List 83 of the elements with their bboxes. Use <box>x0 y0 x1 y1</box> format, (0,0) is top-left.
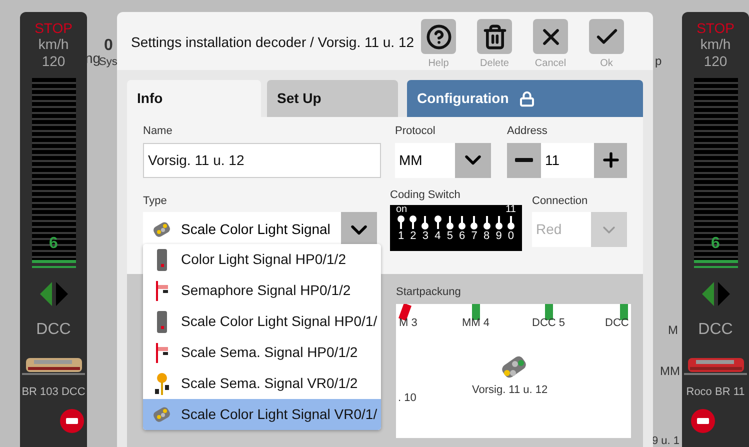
switch-number: 8 <box>483 230 490 242</box>
type-option[interactable]: Scale Sema. Signal VR0/1/2 <box>143 368 381 399</box>
dip-switch-icon[interactable] <box>506 215 516 230</box>
dip-switch-icon[interactable] <box>396 215 406 230</box>
speed-bar[interactable]: 6 <box>694 78 738 268</box>
switch-number: 9 <box>496 230 502 242</box>
tab[interactable]: Configuration <box>407 80 643 117</box>
type-option[interactable]: Color Light Signal HP0/1/2 <box>143 244 381 275</box>
dip-switch-icon[interactable] <box>432 215 443 230</box>
background-label: 0 <box>104 36 113 56</box>
type-select[interactable]: Scale Color Light Signal <box>143 212 377 247</box>
switch-number: 6 <box>459 230 466 242</box>
address-field[interactable]: 11 <box>541 142 594 178</box>
coding-switch-label: Coding Switch <box>390 188 462 202</box>
name-field[interactable]: Vorsig. 11 u. 12 <box>143 142 381 178</box>
dip-switch-icon[interactable] <box>457 215 468 230</box>
signal-label: Vorsig. 11 u. 12 <box>472 382 548 398</box>
speed-unit: km/h <box>38 36 69 52</box>
logo-icon[interactable] <box>60 408 84 432</box>
signal-icon <box>154 342 170 364</box>
decrement-button[interactable] <box>507 142 541 178</box>
switch-address: 11 <box>506 205 516 215</box>
background-label: M <box>668 322 678 339</box>
type-option[interactable]: Scale Color Light Signal VR0/1/ <box>143 399 381 430</box>
background-label: Sys <box>99 56 118 70</box>
coding-switch[interactable]: on 11 1 2 3 4 5 6 7 8 9 0 <box>390 205 522 251</box>
left-arrow-icon[interactable] <box>702 282 714 306</box>
lock-icon <box>518 90 535 106</box>
switch-number: 3 <box>422 230 428 242</box>
dip-switch-icon[interactable] <box>482 215 492 230</box>
left-arrow-icon[interactable] <box>40 282 52 306</box>
speed-unit: km/h <box>700 36 731 52</box>
switch-number: 0 <box>508 230 514 242</box>
type-option[interactable]: Scale Color Light Signal HP0/1/ <box>143 306 381 337</box>
type-option[interactable]: Scale Sema. Signal HP0/1/2 <box>143 337 381 368</box>
track-label: . 10 <box>398 390 416 406</box>
name-label: Name <box>143 124 174 139</box>
track-label: MM 4 <box>462 316 490 330</box>
address-label: Address <box>507 124 548 139</box>
dip-switch-icon[interactable] <box>408 215 418 230</box>
switch-number: 7 <box>471 230 478 242</box>
layout-title: Startpackung <box>396 285 462 300</box>
protocol-label: Protocol <box>395 124 436 139</box>
background-label: p <box>655 53 662 70</box>
background-label: MM <box>660 363 680 380</box>
tab[interactable]: Info <box>127 80 261 117</box>
max-speed: 120 <box>42 52 66 70</box>
max-speed: 120 <box>704 52 728 70</box>
protocol-label: DCC <box>36 320 71 340</box>
protocol-select[interactable]: MM <box>395 142 491 178</box>
speed-value: 6 <box>710 234 721 254</box>
switch-number: 4 <box>434 230 441 242</box>
track-label: M 3 <box>399 316 418 330</box>
speed-value: 6 <box>48 234 59 254</box>
signal-icon <box>154 280 170 302</box>
signal-icon <box>154 372 170 396</box>
loco-name: BR 103 DCC <box>22 385 86 400</box>
speed-bar[interactable]: 6 <box>32 78 76 268</box>
dip-switch-icon[interactable] <box>494 215 504 230</box>
help-icon <box>426 24 452 50</box>
dip-switch-icon[interactable] <box>420 215 430 230</box>
logo-icon[interactable] <box>690 408 714 432</box>
increment-button[interactable] <box>594 142 627 178</box>
signal-icon <box>156 310 168 332</box>
switch-number: 1 <box>398 230 404 242</box>
layout-preview[interactable]: M 3 MM 4 DCC 5 DCC Vorsig. 11 u. 12 . 10 <box>396 304 631 438</box>
connection-label: Connection <box>532 194 589 208</box>
signal-icon <box>156 248 168 270</box>
dialog-title: Settings installation decoder / Vorsig. 11 u. 12 <box>131 33 416 52</box>
loco-name: Roco BR 11 <box>686 385 745 400</box>
on-label: on <box>396 205 408 215</box>
dip-switch-icon[interactable] <box>444 215 455 230</box>
type-label: Type <box>143 194 168 208</box>
type-option[interactable]: Semaphore Signal HP0/1/2 <box>143 275 381 306</box>
track-label: DCC <box>605 316 629 330</box>
switch-number: 2 <box>410 230 416 242</box>
protocol-label: DCC <box>698 320 733 340</box>
trash-icon <box>482 24 508 50</box>
dip-switch-icon[interactable] <box>469 215 480 230</box>
tab[interactable]: Set Up <box>267 80 398 117</box>
minus-icon <box>515 158 533 162</box>
track-label: DCC 5 <box>532 316 566 330</box>
switch-number: 5 <box>446 230 453 242</box>
